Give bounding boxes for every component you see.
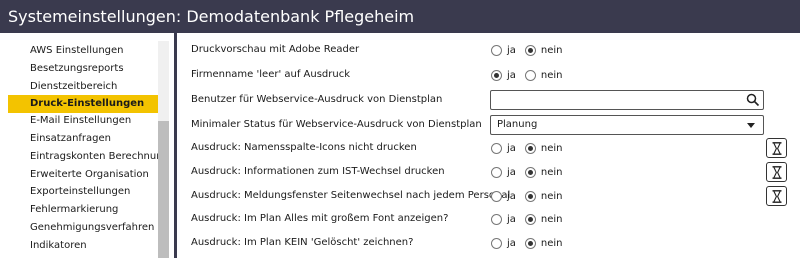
setting-label: Ausdruck: Informationen zum IST-Wechsel … [191,166,445,177]
select-value: Planung [497,119,538,130]
radio-ja[interactable]: ja [491,142,516,154]
sidebar-item-exporteinstellungen[interactable]: Exporteinstellungen [8,183,158,201]
radio-label: ja [507,44,516,56]
radio-circle[interactable] [524,44,536,56]
sidebar-item-druck-einstellungen[interactable]: Druck-Einstellungen [8,95,158,113]
hourglass-button[interactable] [766,138,787,158]
setting-row: Ausdruck: Informationen zum IST-Wechsel … [177,160,800,184]
radio-group: ja nein [491,63,572,87]
hourglass-icon [772,166,782,179]
sidebar: AWS Einstellungen Besetzungsreports Dien… [0,33,172,258]
sidebar-item-indikatoren[interactable]: Indikatoren [8,237,158,255]
radio-circle[interactable] [524,237,536,249]
radio-circle[interactable] [524,213,536,225]
setting-row: Ausdruck: Namensspalte-Icons nicht druck… [177,136,800,160]
radio-ja[interactable]: ja [491,190,516,202]
radio-label: ja [507,142,516,154]
radio-label: nein [540,142,563,154]
radio-label: nein [540,166,563,178]
sidebar-item-besetzungsreports[interactable]: Besetzungsreports [8,60,158,78]
setting-row: Ausdruck: Meldungsfenster Seitenwechsel … [177,184,800,208]
sidebar-item-einsatzanfragen[interactable]: Einsatzanfragen [8,130,158,148]
setting-row: Ausdruck: Im Plan KEIN 'Gelöscht' zeichn… [177,231,800,255]
setting-label: Ausdruck: Im Plan Alles mit großem Font … [191,213,449,224]
status-select[interactable]: Planung [490,115,764,135]
setting-label: Ausdruck: Namensspalte-Icons nicht druck… [191,142,417,153]
radio-ja[interactable]: ja [491,166,516,178]
sidebar-item-erweiterte-organisation[interactable]: Erweiterte Organisation [8,166,158,184]
sidebar-item-email-einstellungen[interactable]: E-Mail Einstellungen [8,112,158,130]
sidebar-item-eintragskonten-berechnung[interactable]: Eintragskonten Berechnung [8,148,169,166]
radio-circle[interactable] [491,142,502,154]
setting-row: Benutzer für Webservice-Ausdruck von Die… [177,88,800,112]
setting-label: Druckvorschau mit Adobe Reader [191,44,360,55]
radio-nein[interactable]: nein [524,142,563,154]
radio-group: ja nein [491,38,572,62]
setting-label: Ausdruck: Meldungsfenster Seitenwechsel … [191,190,511,201]
radio-nein[interactable]: nein [524,44,563,56]
radio-circle[interactable] [524,142,536,154]
hourglass-icon [772,142,782,155]
setting-label: Firmenname 'leer' auf Ausdruck [191,69,351,80]
radio-label: nein [540,69,563,81]
radio-label: nein [540,213,563,225]
radio-label: nein [540,237,563,249]
radio-ja[interactable]: ja [491,44,516,56]
setting-row: Minimaler Status für Webservice-Ausdruck… [177,113,800,137]
radio-circle[interactable] [524,166,536,178]
settings-panel: Druckvorschau mit Adobe Reader ja nein F… [177,33,800,258]
setting-label: Benutzer für Webservice-Ausdruck von Die… [191,94,443,105]
radio-nein[interactable]: nein [524,237,563,249]
radio-nein[interactable]: nein [524,69,563,81]
webservice-user-input[interactable] [490,90,764,110]
hourglass-icon [772,190,782,203]
radio-circle[interactable] [491,213,502,225]
radio-ja[interactable]: ja [491,213,516,225]
radio-circle[interactable] [491,69,502,81]
radio-group: ja nein [491,207,572,231]
radio-group: ja nein [491,136,572,160]
sidebar-item-genehmigungsverfahren[interactable]: Genehmigungsverfahren [8,219,158,237]
radio-nein[interactable]: nein [524,190,563,202]
sidebar-item-fehlermarkierung[interactable]: Fehlermarkierung [8,201,158,219]
radio-nein[interactable]: nein [524,166,563,178]
radio-circle[interactable] [491,166,502,178]
radio-label: ja [507,166,516,178]
radio-circle[interactable] [491,190,502,202]
setting-row: Ausdruck: Im Plan Alles mit großem Font … [177,207,800,231]
radio-circle[interactable] [491,44,502,56]
radio-group: ja nein [491,160,572,184]
setting-label: Minimaler Status für Webservice-Ausdruck… [191,119,482,130]
sidebar-item-aws-einstellungen[interactable]: AWS Einstellungen [8,42,158,60]
window-title: Systemeinstellungen: Demodatenbank Pfleg… [0,0,800,33]
sidebar-scroll-thumb[interactable] [158,121,169,258]
radio-group: ja nein [491,184,572,208]
hourglass-button[interactable] [766,186,787,206]
setting-row: Firmenname 'leer' auf Ausdruck ja nein [177,63,800,87]
radio-label: ja [507,213,516,225]
radio-ja[interactable]: ja [491,237,516,249]
radio-circle[interactable] [491,237,502,249]
radio-label: nein [540,190,563,202]
sidebar-item-dienstzeitbereich[interactable]: Dienstzeitbereich [8,78,158,96]
chevron-down-icon [747,123,755,128]
setting-label: Ausdruck: Im Plan KEIN 'Gelöscht' zeichn… [191,237,414,248]
radio-label: ja [507,237,516,249]
radio-label: ja [507,190,516,202]
setting-row: Druckvorschau mit Adobe Reader ja nein [177,38,800,62]
radio-circle[interactable] [524,69,536,81]
radio-group: ja nein [491,231,572,255]
radio-label: nein [540,44,563,56]
search-icon[interactable] [746,93,760,107]
hourglass-button[interactable] [766,162,787,182]
sidebar-scrollbar[interactable] [158,41,169,258]
radio-label: ja [507,69,516,81]
radio-ja[interactable]: ja [491,69,516,81]
radio-nein[interactable]: nein [524,213,563,225]
radio-circle[interactable] [524,190,536,202]
